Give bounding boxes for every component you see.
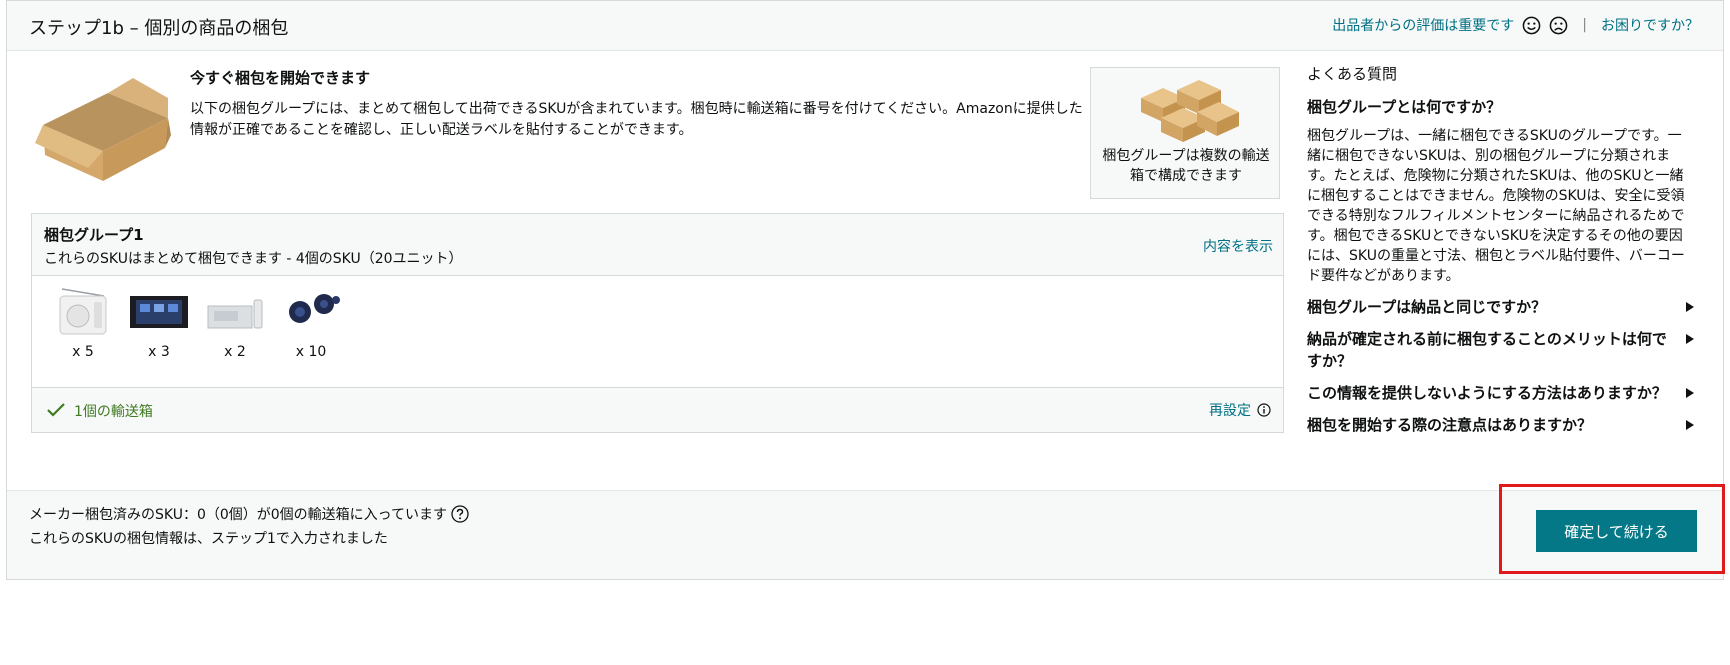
faq-item[interactable]: この情報を提供しないようにする方法はありますか？ xyxy=(1307,382,1697,404)
faq-item-label: 梱包を開始する際の注意点はありますか？ xyxy=(1307,416,1593,434)
manufacturer-pack-note: これらのSKUの梱包情報は、ステップ1で入力されました xyxy=(29,531,388,547)
earbuds-icon xyxy=(289,294,340,323)
help-link[interactable]: お困りですか？ xyxy=(1601,15,1699,35)
sad-face-icon[interactable] xyxy=(1549,16,1568,35)
view-contents-link[interactable]: 内容を表示 xyxy=(1203,236,1273,256)
product-item: x 2 xyxy=(204,286,266,360)
expand-arrow-icon xyxy=(1686,388,1694,398)
confirm-continue-button[interactable]: 確定して続ける xyxy=(1536,510,1697,552)
expand-arrow-icon xyxy=(1686,302,1694,312)
intro-text: 以下の梱包グループには、まとめて梱包して出荷できるSKUが含まれています。梱包時… xyxy=(190,101,1083,138)
checkmark-icon xyxy=(47,403,65,417)
happy-face-icon[interactable] xyxy=(1522,16,1541,35)
step-header: ステップ1b – 個別の商品の梱包 出品者からの評価は重要です | お困りですか… xyxy=(7,1,1723,51)
faq-main-question: 梱包グループとは何ですか？ xyxy=(1307,98,1502,116)
faq-main-answer: 梱包グループは、一緒に梱包できるSKUのグループです。一緒に梱包できないSKUは… xyxy=(1307,128,1685,284)
faq-item-label: この情報を提供しないようにする方法はありますか？ xyxy=(1307,384,1667,402)
expand-arrow-icon xyxy=(1686,334,1694,344)
question-icon[interactable] xyxy=(451,505,469,523)
faq-item-label: 納品が確定される前に梱包することのメリットは何ですか？ xyxy=(1307,330,1667,370)
pack-group-panel: 梱包グループ1 これらのSKUはまとめて梱包できます - 4個のSKU（20ユニ… xyxy=(31,213,1284,433)
footer-bar: メーカー梱包済みのSKU：0（0個）が0個の輸送箱に入っています これらのSKU… xyxy=(7,490,1723,579)
faq-item[interactable]: 梱包を開始する際の注意点はありますか？ xyxy=(1307,414,1697,436)
shipment-step-panel: ステップ1b – 個別の商品の梱包 出品者からの評価は重要です | お困りですか… xyxy=(6,0,1724,580)
faq-heading: よくある質問 xyxy=(1307,65,1398,83)
group-info-card: 梱包グループは複数の輸送箱で構成できます xyxy=(1090,67,1280,199)
faq-item[interactable]: 梱包グループは納品と同じですか？ xyxy=(1307,296,1697,318)
reset-control[interactable]: 再設定 xyxy=(1209,400,1271,420)
radio-icon xyxy=(59,288,107,335)
intro-section: 今すぐ梱包を開始できます 以下の梱包グループには、まとめて梱包して出荷できるSK… xyxy=(27,63,1087,203)
open-box-icon xyxy=(35,78,171,181)
feedback-link[interactable]: 出品者からの評価は重要です xyxy=(1332,15,1514,35)
group-card-caption: 梱包グループは複数の輸送箱で構成できます xyxy=(1102,148,1270,184)
pack-group-subtitle: これらのSKUはまとめて梱包できます - 4個のSKU（20ユニット） xyxy=(44,251,463,267)
car-stereo-icon xyxy=(130,296,188,328)
manufacturer-pack-summary: メーカー梱包済みのSKU：0（0個）が0個の輸送箱に入っています xyxy=(29,504,469,524)
reset-link[interactable]: 再設定 xyxy=(1209,400,1251,420)
pack-group-header: 梱包グループ1 これらのSKUはまとめて梱包できます - 4個のSKU（20ユニ… xyxy=(32,214,1283,276)
stacked-boxes-icon xyxy=(1141,80,1239,142)
product-quantity: x 3 xyxy=(148,344,170,360)
product-quantity: x 2 xyxy=(224,344,246,360)
cd-player-icon xyxy=(207,299,263,329)
box-count: 1個の輸送箱 xyxy=(74,404,153,420)
faq-section: よくある質問 梱包グループとは何ですか？ 梱包グループは、一緒に梱包できるSKU… xyxy=(1307,63,1697,436)
info-icon[interactable] xyxy=(1257,403,1271,417)
faq-item-label: 梱包グループは納品と同じですか？ xyxy=(1307,298,1547,316)
intro-title: 今すぐ梱包を開始できます xyxy=(190,69,371,87)
product-quantity: x 10 xyxy=(295,344,327,360)
link-separator: | xyxy=(1582,17,1587,33)
product-list: x 5 x 3 x 2 x 10 xyxy=(52,286,342,360)
product-item: x 5 xyxy=(52,286,114,360)
pack-group-title: 梱包グループ1 xyxy=(44,226,144,244)
manufacturer-pack-text: メーカー梱包済みのSKU：0（0個）が0個の輸送箱に入っています xyxy=(29,507,447,523)
pack-group-footer: 1個の輸送箱 再設定 xyxy=(32,387,1283,432)
expand-arrow-icon xyxy=(1686,420,1694,430)
faq-item[interactable]: 納品が確定される前に梱包することのメリットは何ですか？ xyxy=(1307,328,1697,372)
product-quantity: x 5 xyxy=(72,344,94,360)
step-title: ステップ1b – 個別の商品の梱包 xyxy=(29,18,289,39)
product-item: x 3 xyxy=(128,286,190,360)
product-item: x 10 xyxy=(280,286,342,360)
header-links: 出品者からの評価は重要です | お困りですか？ xyxy=(1332,15,1699,35)
